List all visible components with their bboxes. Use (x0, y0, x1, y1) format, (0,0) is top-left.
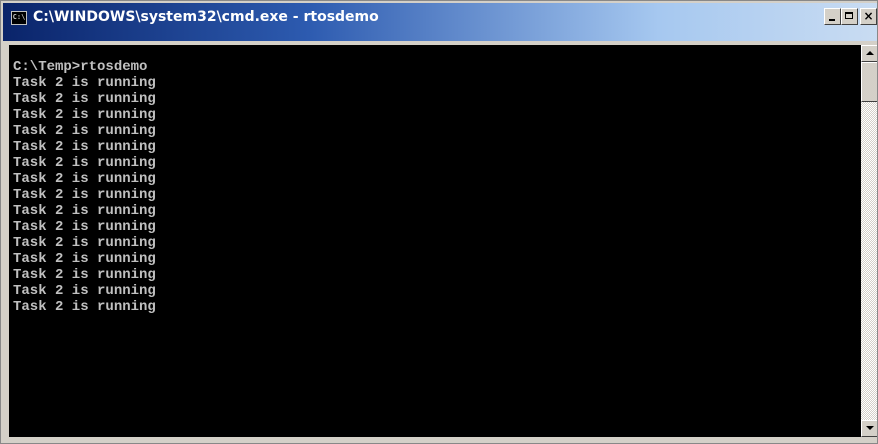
console-line: Task 2 is running (13, 171, 156, 187)
close-button[interactable]: × (860, 8, 877, 25)
console-line: Task 2 is running (13, 187, 156, 203)
scroll-up-button[interactable] (861, 45, 877, 62)
console-prompt-line: C:\Temp>rtosdemo (13, 59, 148, 75)
console-line: Task 2 is running (13, 91, 156, 107)
vertical-scrollbar[interactable] (861, 45, 877, 437)
window-controls: × (824, 8, 877, 25)
console-line: Task 2 is running (13, 75, 156, 91)
console-line: Task 2 is running (13, 251, 156, 267)
console-line: Task 2 is running (13, 203, 156, 219)
minimize-button[interactable] (824, 8, 841, 25)
console-line: Task 2 is running (13, 235, 156, 251)
console-line: Task 2 is running (13, 283, 156, 299)
console-line: Task 2 is running (13, 267, 156, 283)
console-line: Task 2 is running (13, 299, 156, 315)
console-text: C:\Temp>rtosdemo Task 2 is running Task 2 … (13, 59, 156, 315)
console-output[interactable]: C:\Temp>rtosdemo Task 2 is running Task 2 … (9, 45, 861, 437)
console-window: C:\ C:\WINDOWS\system32\cmd.exe - rtosde… (0, 0, 878, 444)
console-line: Task 2 is running (13, 123, 156, 139)
scroll-down-button[interactable] (861, 420, 877, 437)
maximize-button[interactable] (841, 8, 858, 25)
title-bar[interactable]: C:\ C:\WINDOWS\system32\cmd.exe - rtosde… (3, 3, 877, 41)
console-line: Task 2 is running (13, 219, 156, 235)
window-title: C:\WINDOWS\system32\cmd.exe - rtosdemo (33, 9, 379, 25)
console-line: Task 2 is running (13, 107, 156, 123)
console-line: Task 2 is running (13, 139, 156, 155)
console-line: Task 2 is running (13, 155, 156, 171)
scroll-thumb[interactable] (861, 62, 877, 102)
cmd-icon[interactable]: C:\ (11, 11, 27, 25)
